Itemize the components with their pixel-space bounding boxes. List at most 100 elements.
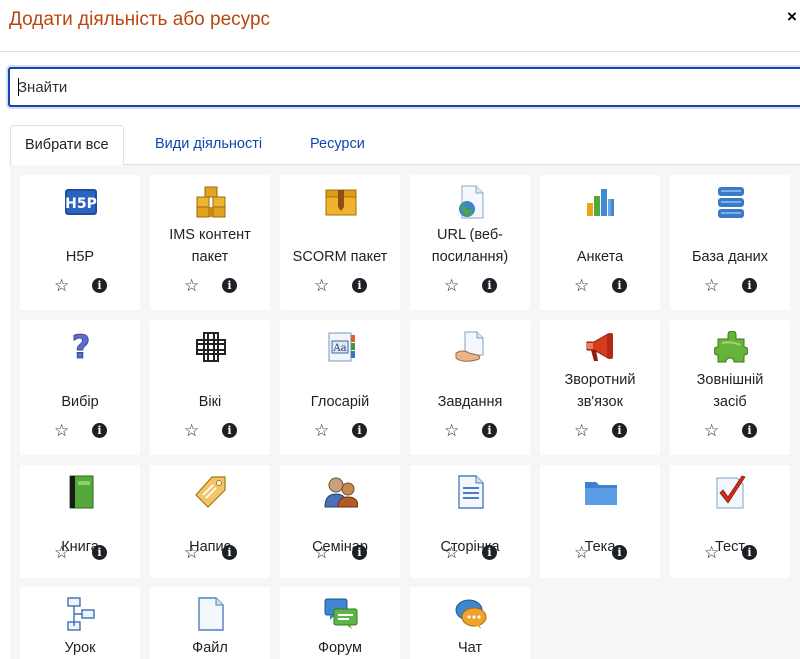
info-circle-icon[interactable]: i — [222, 278, 237, 293]
lesson-icon — [64, 597, 98, 631]
info-circle-icon[interactable]: i — [222, 545, 237, 560]
star-outline-icon[interactable]: ☆ — [444, 276, 459, 296]
activity-name: База даних — [691, 249, 769, 265]
star-outline-icon[interactable]: ☆ — [184, 276, 199, 296]
activity-tile[interactable]: Семінар ☆ i — [280, 465, 400, 578]
activity-name: Зовнішній — [696, 372, 764, 388]
activity-tile[interactable]: URL (веб-посилання) ☆ i — [410, 175, 530, 310]
activity-name: засіб — [713, 394, 747, 410]
quiz-icon — [714, 475, 748, 509]
star-outline-icon[interactable]: ☆ — [184, 421, 199, 441]
info-circle-icon[interactable]: i — [612, 278, 627, 293]
activity-grid: H5P H5P ☆ i IMS контент пакет ☆ i SCORM пакет ☆ i U… — [10, 165, 800, 659]
close-button[interactable]: × — [784, 6, 800, 28]
info-circle-icon[interactable]: i — [352, 545, 367, 560]
tab-all[interactable]: Вибрати все — [10, 125, 124, 166]
star-outline-icon[interactable]: ☆ — [314, 421, 329, 441]
activity-name: Завдання — [437, 394, 503, 410]
tab-activities[interactable]: Види діяльності — [141, 125, 276, 165]
info-circle-icon[interactable]: i — [742, 278, 757, 293]
activity-name: Урок — [64, 640, 96, 656]
star-outline-icon[interactable]: ☆ — [574, 276, 589, 296]
star-outline-icon[interactable]: ☆ — [444, 421, 459, 441]
activity-tile[interactable]: IMS контент пакет ☆ i — [150, 175, 270, 310]
activity-tile[interactable]: Сторінка ☆ i — [410, 465, 530, 578]
activity-tile[interactable]: ? Вибір ☆ i — [20, 320, 140, 455]
star-outline-icon[interactable]: ☆ — [54, 421, 69, 441]
star-outline-icon[interactable]: ☆ — [704, 543, 719, 563]
activity-tile[interactable]: Вікі ☆ i — [150, 320, 270, 455]
star-outline-icon[interactable]: ☆ — [54, 543, 69, 563]
file-icon — [194, 597, 228, 631]
svg-text:Aa: Aa — [332, 343, 346, 354]
star-outline-icon[interactable]: ☆ — [704, 276, 719, 296]
workshop-icon — [324, 475, 358, 509]
info-circle-icon[interactable]: i — [222, 423, 237, 438]
star-outline-icon[interactable]: ☆ — [574, 543, 589, 563]
book-icon — [64, 475, 98, 509]
text-caret — [18, 78, 19, 96]
info-circle-icon[interactable]: i — [352, 423, 367, 438]
activity-tile[interactable]: Файл — [150, 587, 270, 659]
info-circle-icon[interactable]: i — [742, 423, 757, 438]
activity-tile[interactable]: Книга ☆ i — [20, 465, 140, 578]
tile-actions: ☆ i — [670, 421, 790, 441]
info-circle-icon[interactable]: i — [482, 423, 497, 438]
tile-actions: ☆ i — [540, 276, 660, 296]
feedback-chart-icon — [584, 185, 618, 219]
activity-tile[interactable]: Тест ☆ i — [670, 465, 790, 578]
activity-name: SCORM пакет — [292, 249, 388, 265]
tile-actions: ☆ i — [410, 276, 530, 296]
activity-tile[interactable]: Чат — [410, 587, 530, 659]
activity-name: Файл — [192, 640, 228, 656]
tab-resources[interactable]: Ресурси — [296, 125, 379, 165]
activity-tile[interactable]: Зворотний зв'язок ☆ i — [540, 320, 660, 455]
activity-tile[interactable]: Зовнішній засіб ☆ i — [670, 320, 790, 455]
info-circle-icon[interactable]: i — [352, 278, 367, 293]
activity-tile[interactable]: Aa Глосарій ☆ i — [280, 320, 400, 455]
info-circle-icon[interactable]: i — [92, 423, 107, 438]
activity-tile[interactable]: Форум — [280, 587, 400, 659]
tile-actions: ☆ i — [20, 543, 140, 563]
url-icon — [454, 185, 488, 219]
activity-name: URL (веб- — [437, 227, 503, 243]
activity-tile[interactable]: H5P H5P ☆ i — [20, 175, 140, 310]
glossary-icon: Aa — [324, 330, 358, 364]
activity-name: Глосарій — [310, 394, 370, 410]
tile-actions: ☆ i — [410, 543, 530, 563]
tile-actions: ☆ i — [540, 543, 660, 563]
info-circle-icon[interactable]: i — [482, 278, 497, 293]
star-outline-icon[interactable]: ☆ — [314, 276, 329, 296]
tile-actions: ☆ i — [410, 421, 530, 441]
activity-tile[interactable]: SCORM пакет ☆ i — [280, 175, 400, 310]
info-circle-icon[interactable]: i — [742, 545, 757, 560]
info-circle-icon[interactable]: i — [612, 545, 627, 560]
activity-tile[interactable]: Напис ☆ i — [150, 465, 270, 578]
tile-actions: ☆ i — [540, 421, 660, 441]
activity-tile[interactable]: Тека ☆ i — [540, 465, 660, 578]
star-outline-icon[interactable]: ☆ — [444, 543, 459, 563]
activity-tile[interactable]: База даних ☆ i — [670, 175, 790, 310]
tile-actions: ☆ i — [20, 276, 140, 296]
search-box[interactable] — [8, 67, 800, 107]
tile-actions: ☆ i — [280, 543, 400, 563]
star-outline-icon[interactable]: ☆ — [54, 276, 69, 296]
activity-tile[interactable]: Урок — [20, 587, 140, 659]
info-circle-icon[interactable]: i — [92, 545, 107, 560]
page-icon — [454, 475, 488, 509]
modal-title: Додати діяльність або ресурс — [9, 9, 271, 30]
star-outline-icon[interactable]: ☆ — [704, 421, 719, 441]
svg-text:?: ? — [72, 330, 91, 364]
info-circle-icon[interactable]: i — [612, 423, 627, 438]
star-outline-icon[interactable]: ☆ — [574, 421, 589, 441]
activity-name: зв'язок — [577, 394, 623, 410]
megaphone-icon — [584, 330, 618, 364]
activity-tile[interactable]: Завдання ☆ i — [410, 320, 530, 455]
info-circle-icon[interactable]: i — [482, 545, 497, 560]
star-outline-icon[interactable]: ☆ — [314, 543, 329, 563]
star-outline-icon[interactable]: ☆ — [184, 543, 199, 563]
activity-name: Чат — [457, 640, 483, 656]
info-circle-icon[interactable]: i — [92, 278, 107, 293]
search-input[interactable] — [10, 69, 800, 105]
activity-tile[interactable]: Анкета ☆ i — [540, 175, 660, 310]
